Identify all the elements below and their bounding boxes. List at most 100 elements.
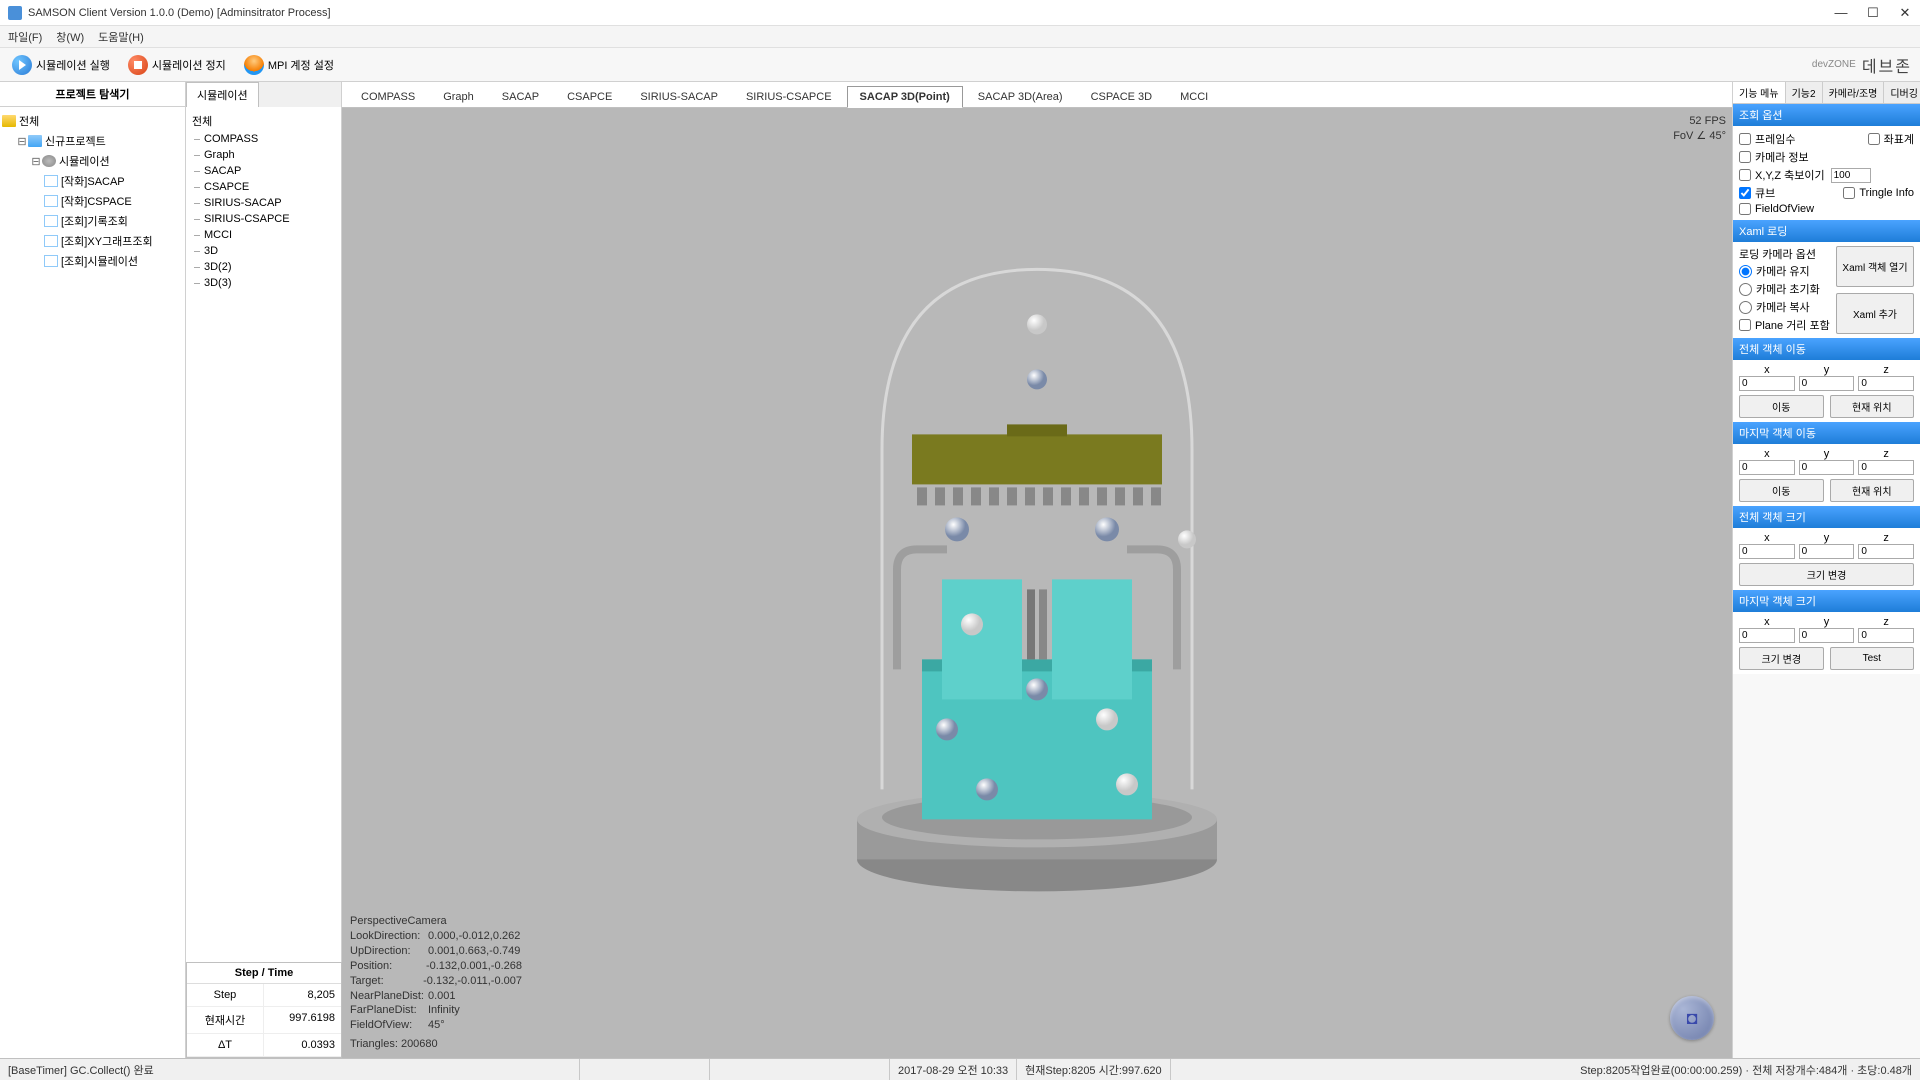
simlist-item[interactable]: 3D(3)	[192, 275, 335, 291]
tree-project[interactable]: ⊟신규프로젝트	[2, 131, 183, 151]
sizelast-x-input[interactable]	[1739, 628, 1795, 643]
vtab-mcci[interactable]: MCCI	[1167, 86, 1221, 107]
status-perf: Step:8205작업완료(00:00:00.259) · 전체 저장개수:48…	[1171, 1059, 1920, 1080]
gizmo-button[interactable]: ◘	[1670, 996, 1714, 1040]
vtab-sirius-sacap[interactable]: SIRIUS-SACAP	[627, 86, 731, 107]
radio-cam-keep[interactable]	[1739, 265, 1752, 278]
hud-info: 52 FPS FoV ∠ 45°	[1673, 114, 1726, 145]
simlist-item[interactable]: 3D(2)	[192, 259, 335, 275]
chk-coord[interactable]	[1868, 133, 1880, 145]
movelast-x-input[interactable]	[1739, 460, 1795, 475]
simlist-item[interactable]: COMPASS	[192, 131, 335, 147]
status-message: [BaseTimer] GC.Collect() 완료	[0, 1059, 580, 1080]
viewport-tabs: COMPASS Graph SACAP CSAPCE SIRIUS-SACAP …	[342, 82, 1732, 108]
status-step: 현재Step:8205 시간:997.620	[1017, 1059, 1171, 1080]
simlist-item[interactable]: SIRIUS-SACAP	[192, 195, 335, 211]
stop-simulation-button[interactable]: 시뮬레이션 정지	[124, 53, 230, 77]
step-time-panel: Step / Time Step8,205 현재시간997.6198 ΔT0.0…	[186, 962, 342, 1058]
chk-xyz-axes[interactable]	[1739, 169, 1751, 181]
tree-item[interactable]: [조회]기록조회	[2, 211, 183, 231]
simlist-item[interactable]: SIRIUS-CSAPCE	[192, 211, 335, 227]
maximize-button[interactable]: ☐	[1866, 6, 1880, 20]
btn-movelast-move[interactable]: 이동	[1739, 479, 1824, 502]
tree-sim-folder[interactable]: ⊟시뮬레이션	[2, 151, 183, 171]
simlist-item[interactable]: Graph	[192, 147, 335, 163]
rtab-camera[interactable]: 카메라/조명	[1823, 82, 1885, 103]
statusbar: [BaseTimer] GC.Collect() 완료 2017-08-29 오…	[0, 1058, 1920, 1080]
simlist-item[interactable]: MCCI	[192, 227, 335, 243]
vtab-sacap3d-point[interactable]: SACAP 3D(Point)	[847, 86, 963, 108]
rtab-debug[interactable]: 디버깅 정	[1884, 82, 1920, 103]
xyz-axis-size-input[interactable]	[1831, 168, 1871, 183]
vtab-graph[interactable]: Graph	[430, 86, 487, 107]
btn-moveall-curpos[interactable]: 현재 위치	[1830, 395, 1915, 418]
tree-item[interactable]: [조회]XY그래프조회	[2, 231, 183, 251]
simlist-item[interactable]: 3D	[192, 243, 335, 259]
app-icon	[8, 6, 22, 20]
simulation-panel: 시뮬레이션 전체 COMPASS Graph SACAP CSAPCE SIRI…	[186, 82, 342, 1058]
sizeall-x-input[interactable]	[1739, 544, 1795, 559]
chk-framerate[interactable]	[1739, 133, 1751, 145]
person-icon	[244, 55, 264, 75]
menu-help[interactable]: 도움말(H)	[98, 29, 144, 45]
vtab-sirius-csapce[interactable]: SIRIUS-CSAPCE	[733, 86, 845, 107]
properties-panel: 기능 메뉴 기능2 카메라/조명 디버깅 정 ◀▶ 조회 옵션 프레임수 좌표계…	[1732, 82, 1920, 1058]
chk-caminfo[interactable]	[1739, 151, 1751, 163]
radio-cam-copy[interactable]	[1739, 301, 1752, 314]
simlist-item[interactable]: SACAP	[192, 163, 335, 179]
sizeall-z-input[interactable]	[1858, 544, 1914, 559]
tree-item[interactable]: [조회]시뮬레이션	[2, 251, 183, 271]
chk-plane-dist[interactable]	[1739, 319, 1751, 331]
menu-window[interactable]: 창(W)	[56, 29, 84, 45]
btn-xaml-open[interactable]: Xaml 객체 열기	[1836, 246, 1914, 287]
vtab-csapce[interactable]: CSAPCE	[554, 86, 625, 107]
btn-sizelast-resize[interactable]: 크기 변경	[1739, 647, 1824, 670]
vtab-sacap3d-area[interactable]: SACAP 3D(Area)	[965, 86, 1076, 107]
sim-tab[interactable]: 시뮬레이션	[186, 82, 259, 107]
viewport: COMPASS Graph SACAP CSAPCE SIRIUS-SACAP …	[342, 82, 1732, 1058]
movelast-z-input[interactable]	[1858, 460, 1914, 475]
section-move-all: 전체 객체 이동	[1733, 338, 1920, 360]
movelast-y-input[interactable]	[1799, 460, 1855, 475]
3d-canvas[interactable]: 52 FPS FoV ∠ 45°	[342, 108, 1732, 1058]
mpi-settings-button[interactable]: MPI 계정 설정	[240, 53, 338, 77]
btn-movelast-curpos[interactable]: 현재 위치	[1830, 479, 1915, 502]
toolbar: 시뮬레이션 실행 시뮬레이션 정지 MPI 계정 설정 devZONE 데브존	[0, 48, 1920, 82]
chk-triangle-info[interactable]	[1843, 187, 1855, 199]
minimize-button[interactable]: —	[1834, 6, 1848, 20]
tree-item[interactable]: [작화]SACAP	[2, 171, 183, 191]
tree-root[interactable]: 전체	[2, 111, 183, 131]
btn-moveall-move[interactable]: 이동	[1739, 395, 1824, 418]
stop-icon	[128, 55, 148, 75]
chk-cube[interactable]	[1739, 187, 1751, 199]
status-datetime: 2017-08-29 오전 10:33	[890, 1059, 1017, 1080]
reactor-model	[827, 229, 1247, 909]
btn-xaml-add[interactable]: Xaml 추가	[1836, 293, 1914, 334]
sizelast-z-input[interactable]	[1858, 628, 1914, 643]
rtab-functions2[interactable]: 기능2	[1786, 82, 1823, 103]
tree-item[interactable]: [작화]CSPACE	[2, 191, 183, 211]
vtab-sacap[interactable]: SACAP	[489, 86, 552, 107]
section-size-all: 전체 객체 크기	[1733, 506, 1920, 528]
run-simulation-button[interactable]: 시뮬레이션 실행	[8, 53, 114, 77]
sizelast-y-input[interactable]	[1799, 628, 1855, 643]
simlist-root[interactable]: 전체	[192, 111, 335, 131]
moveall-y-input[interactable]	[1799, 376, 1855, 391]
vtab-compass[interactable]: COMPASS	[348, 86, 428, 107]
titlebar: SAMSON Client Version 1.0.0 (Demo) [Admi…	[0, 0, 1920, 26]
sizeall-y-input[interactable]	[1799, 544, 1855, 559]
chk-fov[interactable]	[1739, 203, 1751, 215]
rtab-functions[interactable]: 기능 메뉴	[1733, 82, 1786, 103]
simlist-item[interactable]: CSAPCE	[192, 179, 335, 195]
close-button[interactable]: ✕	[1898, 6, 1912, 20]
btn-sizelast-test[interactable]: Test	[1830, 647, 1915, 670]
menu-file[interactable]: 파일(F)	[8, 29, 42, 45]
vtab-cspace3d[interactable]: CSPACE 3D	[1078, 86, 1166, 107]
moveall-x-input[interactable]	[1739, 376, 1795, 391]
radio-cam-reset[interactable]	[1739, 283, 1752, 296]
section-xaml: Xaml 로딩	[1733, 220, 1920, 242]
moveall-z-input[interactable]	[1858, 376, 1914, 391]
menubar: 파일(F) 창(W) 도움말(H)	[0, 26, 1920, 48]
btn-sizeall-resize[interactable]: 크기 변경	[1739, 563, 1914, 586]
play-icon	[12, 55, 32, 75]
